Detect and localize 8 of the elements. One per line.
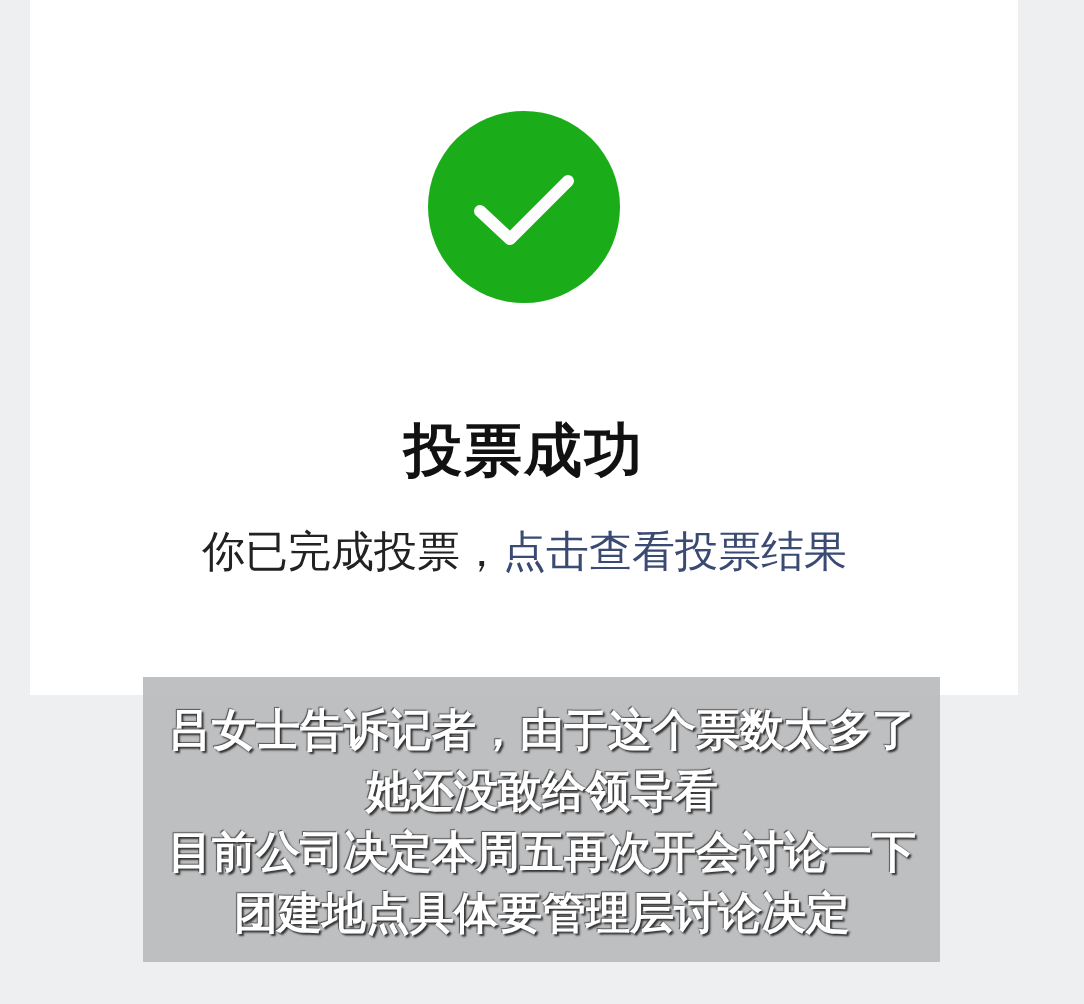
success-check-icon [428, 111, 620, 303]
caption-line: 团建地点具体要管理层讨论决定 [233, 886, 850, 940]
caption-line: 目前公司决定本周五再次开会讨论一下 [167, 825, 916, 879]
view-results-link[interactable]: 点击查看投票结果 [502, 523, 847, 579]
caption-line: 吕女士告诉记者，由于这个票数太多了 [167, 703, 916, 757]
result-message: 你已完成投票， [201, 526, 503, 577]
result-title: 投票成功 [404, 416, 644, 484]
caption-line: 她还没敢给领导看 [365, 764, 718, 818]
